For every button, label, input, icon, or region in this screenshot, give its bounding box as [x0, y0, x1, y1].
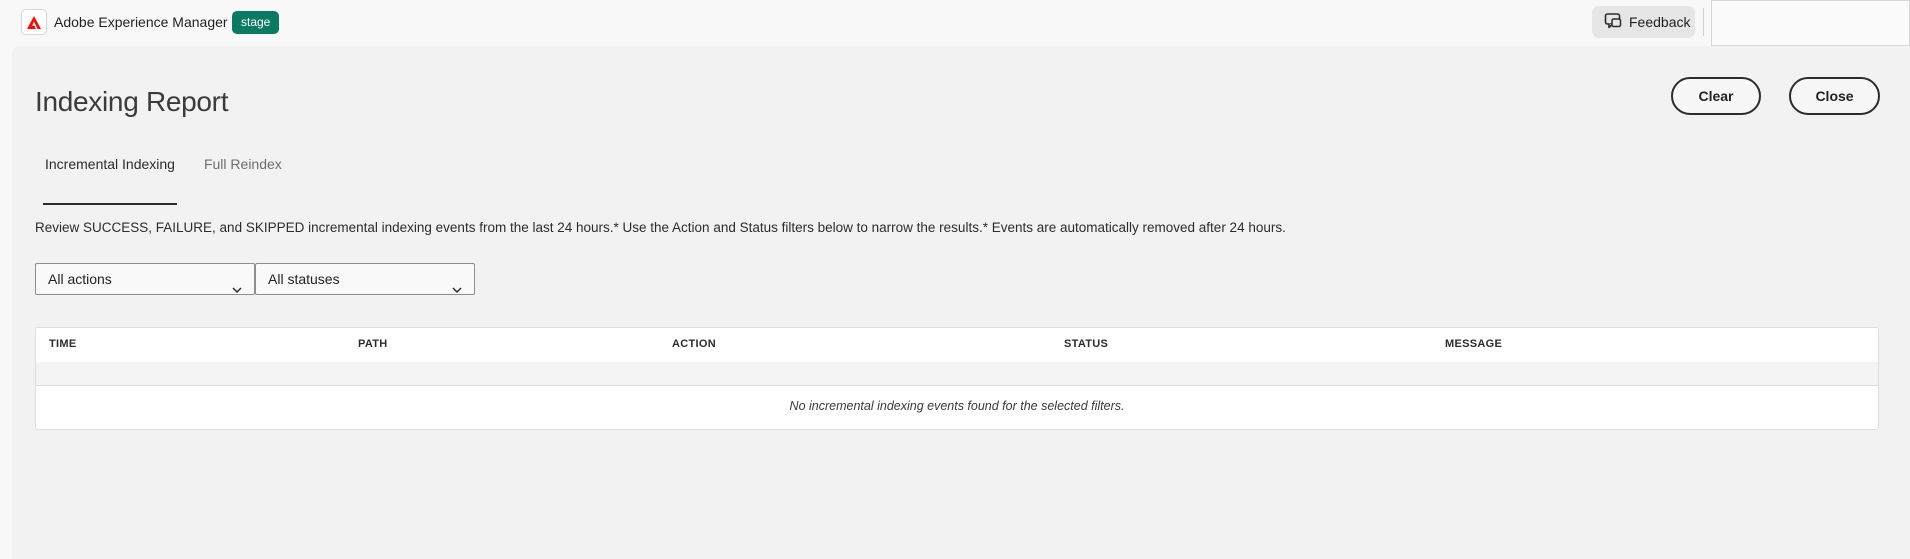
close-button[interactable]: Close — [1789, 77, 1880, 115]
brand[interactable]: Adobe Experience Manager — [21, 9, 228, 35]
table-header: TIME PATH ACTION STATUS MESSAGE — [36, 328, 1878, 362]
column-header-action[interactable]: ACTION — [672, 338, 716, 350]
column-header-time[interactable]: TIME — [49, 338, 76, 350]
column-header-status[interactable]: STATUS — [1064, 338, 1108, 350]
column-header-message[interactable]: MESSAGE — [1445, 338, 1502, 350]
chat-bubble-icon — [1604, 12, 1622, 33]
report-description: Review SUCCESS, FAILURE, and SKIPPED inc… — [35, 220, 1286, 235]
tab-full-reindex[interactable]: Full Reindex — [204, 156, 282, 191]
table-header-band — [36, 362, 1878, 386]
tab-list: Incremental Indexing Full Reindex — [43, 156, 311, 205]
clear-button[interactable]: Clear — [1671, 77, 1761, 115]
environment-badge: stage — [232, 11, 280, 34]
adobe-logo-icon — [21, 9, 47, 35]
events-table: TIME PATH ACTION STATUS MESSAGE No incre… — [35, 327, 1879, 430]
feedback-button[interactable]: Feedback — [1592, 6, 1695, 38]
top-bar: Adobe Experience Manager stage Feedback — [0, 0, 1910, 46]
status-filter-value: All statuses — [268, 271, 340, 287]
empty-state-message: No incremental indexing events found for… — [789, 399, 1125, 413]
action-filter-select[interactable]: All actions — [35, 263, 255, 295]
app-name: Adobe Experience Manager — [54, 14, 228, 30]
chevron-down-icon — [232, 274, 242, 304]
chevron-down-icon — [452, 274, 462, 304]
column-header-path[interactable]: PATH — [358, 338, 388, 350]
feedback-label: Feedback — [1629, 14, 1691, 30]
tab-incremental-indexing[interactable]: Incremental Indexing — [43, 156, 177, 205]
action-filter-value: All actions — [48, 271, 112, 287]
main-panel: Indexing Report Clear Close Incremental … — [12, 46, 1910, 559]
user-area[interactable] — [1711, 0, 1910, 46]
status-filter-select[interactable]: All statuses — [255, 263, 475, 295]
page-title: Indexing Report — [35, 86, 229, 117]
divider — [1703, 8, 1704, 36]
